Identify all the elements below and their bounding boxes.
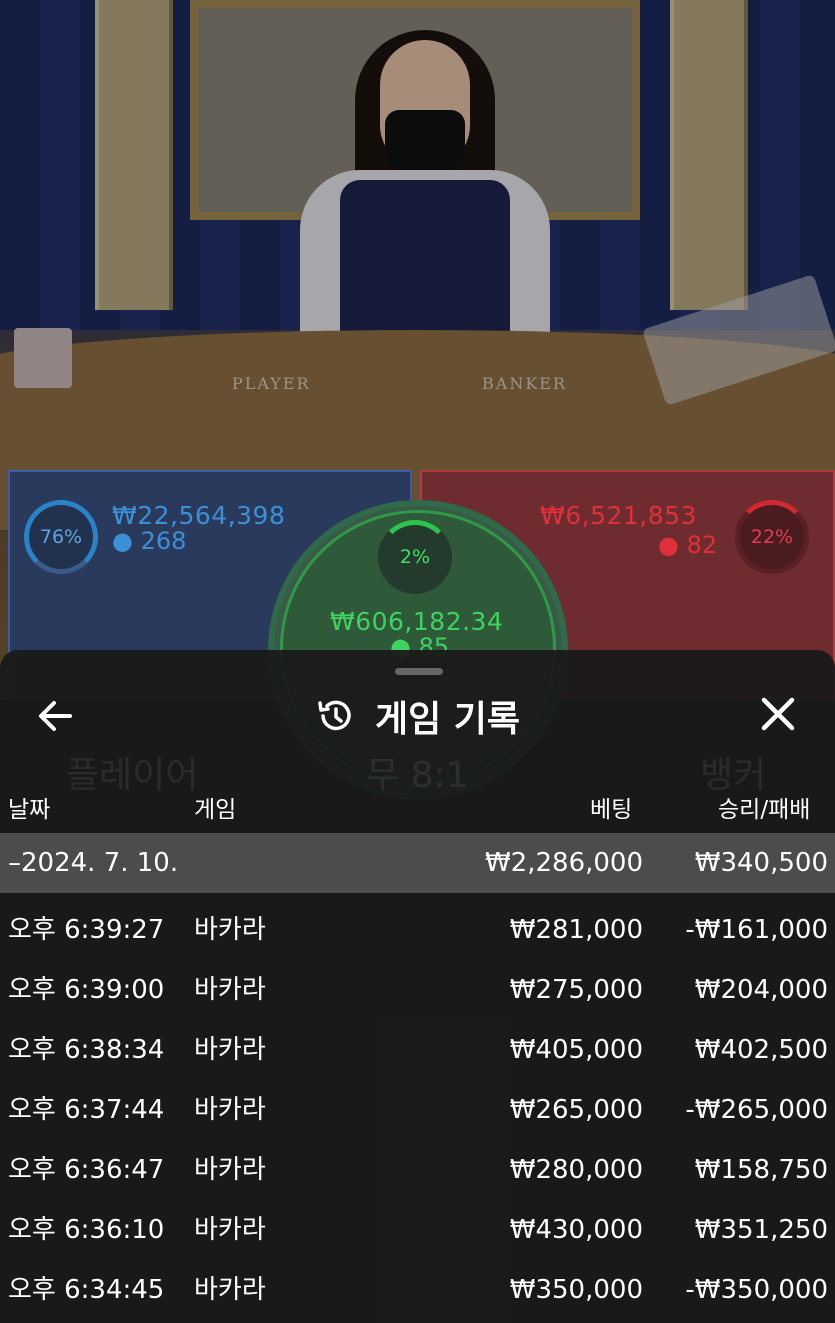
sheet-drag-handle[interactable]: [395, 668, 443, 675]
row-bet: ₩275,000: [509, 975, 643, 1005]
row-time: 오후 6:38:34: [8, 1035, 165, 1065]
row-result: -₩350,000: [685, 1275, 828, 1305]
row-result: -₩161,000: [685, 915, 828, 945]
date-group-row[interactable]: –2024. 7. 10. ₩2,286,000 ₩340,500: [0, 833, 835, 893]
row-result: -₩265,000: [685, 1095, 828, 1125]
row-result: ₩351,250: [694, 1215, 828, 1245]
tie-percent: 2%: [399, 546, 431, 568]
row-time: 오후 6:36:47: [8, 1155, 165, 1185]
player-count: ● 268: [112, 527, 186, 555]
tie-percent-ring: 2%: [378, 520, 452, 594]
history-row[interactable]: 오후 6:34:45 바카라 ₩350,000 -₩350,000: [0, 1260, 835, 1320]
row-bet: ₩281,000: [509, 915, 643, 945]
banker-percent: 22%: [750, 526, 794, 548]
history-row[interactable]: 오후 6:39:00 바카라 ₩275,000 ₩204,000: [0, 960, 835, 1020]
player-percent: 76%: [39, 526, 83, 548]
player-total-amount: ₩22,564,398: [112, 501, 286, 530]
history-row[interactable]: 오후 6:36:10 바카라 ₩430,000 ₩351,250: [0, 1200, 835, 1260]
row-game: 바카라: [194, 1095, 266, 1125]
row-bet: ₩350,000: [509, 1275, 643, 1305]
row-time: 오후 6:36:10: [8, 1215, 165, 1245]
tie-total-amount: ₩606,182.34: [330, 607, 504, 636]
banker-percent-ring: 22%: [735, 500, 809, 574]
row-result: ₩204,000: [694, 975, 828, 1005]
row-time: 오후 6:39:27: [8, 915, 165, 945]
history-row[interactable]: 오후 6:39:27 바카라 ₩281,000 -₩161,000: [0, 900, 835, 960]
column-header-bet[interactable]: 베팅: [590, 790, 632, 824]
date-group-result: ₩340,500: [694, 848, 828, 878]
row-game: 바카라: [194, 1215, 266, 1245]
row-bet: ₩280,000: [509, 1155, 643, 1185]
history-row[interactable]: 오후 6:37:44 바카라 ₩265,000 -₩265,000: [0, 1080, 835, 1140]
player-percent-ring: 76%: [24, 500, 98, 574]
user-icon: ●: [112, 527, 133, 555]
close-icon: [761, 697, 795, 731]
date-group-label: –2024. 7. 10.: [8, 848, 179, 878]
banker-total-amount: ₩6,521,853: [540, 501, 697, 530]
row-result: ₩158,750: [694, 1155, 828, 1185]
row-time: 오후 6:39:00: [8, 975, 165, 1005]
row-bet: ₩405,000: [509, 1035, 643, 1065]
column-header-result[interactable]: 승리/패배: [718, 790, 810, 824]
row-game: 바카라: [194, 975, 266, 1005]
sheet-title: 게임 기록: [0, 694, 835, 740]
game-history-sheet: 플레이어 무 8:1 뱅커 게임 기록 날짜 게임 베팅 승리/패배 –2024…: [0, 650, 835, 1323]
ghost-label-player: 플레이어: [66, 755, 199, 796]
close-button[interactable]: [756, 696, 800, 736]
banker-count: ● 82: [658, 531, 717, 559]
history-row[interactable]: 오후 6:38:34 바카라 ₩405,000 ₩402,500: [0, 1020, 835, 1080]
history-row[interactable]: 오후 6:36:47 바카라 ₩280,000 ₩158,750: [0, 1140, 835, 1200]
ghost-label-tie: 무 8:1: [366, 755, 469, 796]
row-bet: ₩265,000: [509, 1095, 643, 1125]
row-game: 바카라: [194, 915, 266, 945]
row-game: 바카라: [194, 1155, 266, 1185]
banker-count-value: 82: [686, 531, 718, 559]
date-group-bet: ₩2,286,000: [484, 848, 643, 878]
row-result: ₩402,500: [694, 1035, 828, 1065]
row-game: 바카라: [194, 1275, 266, 1305]
row-game: 바카라: [194, 1035, 266, 1065]
user-icon: ●: [658, 531, 679, 559]
column-header-date[interactable]: 날짜: [8, 790, 50, 824]
row-time: 오후 6:34:45: [8, 1275, 165, 1305]
row-time: 오후 6:37:44: [8, 1095, 165, 1125]
column-header-game[interactable]: 게임: [194, 790, 236, 824]
row-bet: ₩430,000: [509, 1215, 643, 1245]
history-icon: [318, 700, 351, 731]
player-count-value: 268: [140, 527, 187, 555]
sheet-title-text: 게임 기록: [374, 699, 520, 740]
